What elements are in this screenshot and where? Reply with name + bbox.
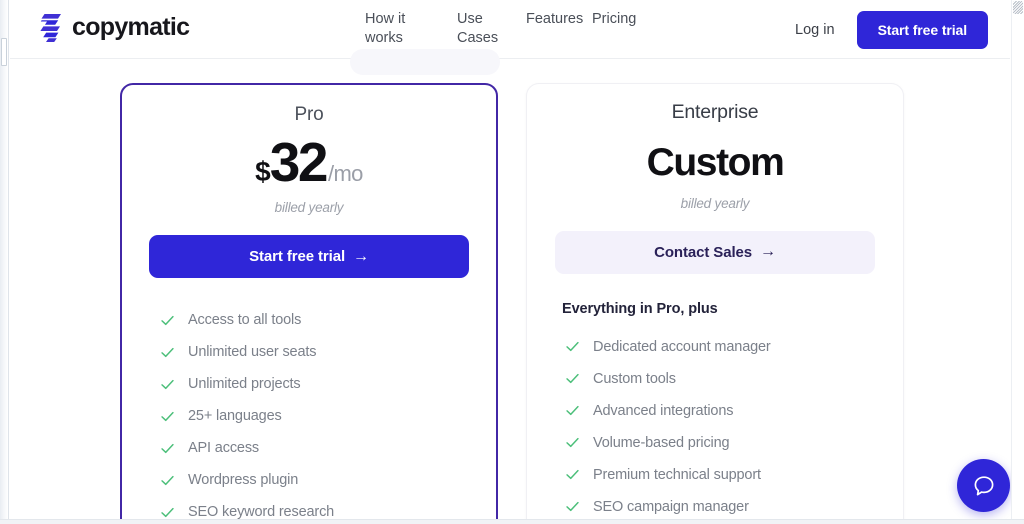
pro-start-free-trial-button[interactable]: Start free trial →: [149, 235, 469, 278]
check-icon: [566, 470, 579, 480]
feature-list-enterprise: Dedicated account manager Custom tools A…: [527, 331, 903, 519]
check-icon: [566, 342, 579, 352]
plan-price-pro: $ 32 /mo: [122, 135, 496, 190]
list-item: Advanced integrations: [565, 395, 903, 427]
brand-logo[interactable]: copymatic: [37, 12, 190, 42]
chat-beacon-button[interactable]: [957, 459, 1010, 512]
pro-cta-label: Start free trial: [249, 248, 346, 265]
check-icon: [161, 347, 174, 357]
main-navigation: How it works Use Cases Features Pricing: [365, 10, 652, 48]
list-item: Dedicated account manager: [565, 331, 903, 363]
list-item: Unlimited user seats: [160, 336, 496, 368]
check-icon: [161, 443, 174, 453]
check-icon: [566, 502, 579, 512]
feature-list-pro: Access to all tools Unlimited user seats…: [122, 304, 496, 519]
feature-label: Access to all tools: [188, 312, 302, 328]
check-icon: [161, 475, 174, 485]
list-item: Volume-based pricing: [565, 427, 903, 459]
chat-bubble-icon: [974, 475, 993, 495]
list-item: Wordpress plugin: [160, 464, 496, 496]
scrollbar-thumb[interactable]: [1013, 1, 1023, 14]
feature-label: SEO keyword research: [188, 504, 335, 519]
feature-label: Advanced integrations: [593, 402, 734, 419]
page-canvas: copymatic How it works Use Cases Feature…: [10, 0, 1010, 519]
feature-label: 25+ languages: [188, 408, 282, 424]
contact-sales-inner: Contact Sales →: [654, 244, 776, 261]
list-item: 25+ languages: [160, 400, 496, 432]
plan-name-enterprise: Enterprise: [671, 101, 759, 123]
check-icon: [161, 315, 174, 325]
arrow-right-icon: →: [760, 243, 776, 261]
list-item: Premium technical support: [565, 459, 903, 491]
arrow-right-icon: →: [353, 247, 369, 265]
list-item: Access to all tools: [160, 304, 496, 336]
check-icon: [161, 379, 174, 389]
list-item: Unlimited projects: [160, 368, 496, 400]
feature-label: Unlimited user seats: [188, 344, 317, 360]
feature-label: Wordpress plugin: [188, 472, 299, 488]
price-amount: 32: [269, 131, 329, 193]
feature-label: Premium technical support: [593, 466, 761, 483]
pricing-section: Pro $ 32 /mo billed yearly Start free tr…: [10, 49, 1010, 519]
feature-label: Volume-based pricing: [593, 434, 730, 451]
browser-viewport: copymatic How it works Use Cases Feature…: [0, 0, 1024, 524]
list-item: SEO keyword research: [160, 496, 496, 519]
window-bottom-strip: [0, 519, 1024, 524]
feature-label: SEO campaign manager: [593, 498, 749, 515]
popular-badge: [350, 49, 500, 75]
check-icon: [161, 411, 174, 421]
plan-card-enterprise: Enterprise Custom billed yearly Contact …: [526, 83, 904, 519]
pro-cta-inner: Start free trial →: [249, 248, 369, 265]
nav-item-how-it-works[interactable]: How it works: [365, 10, 457, 48]
feature-label: Unlimited projects: [188, 376, 301, 392]
feature-label: Custom tools: [593, 370, 676, 387]
includes-heading: Everything in Pro, plus: [562, 300, 718, 317]
plan-price-enterprise: Custom: [646, 141, 785, 184]
price-period: /mo: [327, 161, 363, 186]
left-scroll-thumb[interactable]: [1, 38, 7, 66]
check-icon: [566, 438, 579, 448]
page-scrollbar[interactable]: [1011, 0, 1024, 524]
feature-label: Dedicated account manager: [593, 338, 771, 355]
feature-label: API access: [188, 440, 260, 456]
contact-sales-label: Contact Sales: [654, 243, 752, 261]
billing-note-pro: billed yearly: [274, 200, 344, 215]
copymatic-logo-icon: [37, 14, 61, 42]
list-item: Custom tools: [565, 363, 903, 395]
plan-name-pro: Pro: [294, 104, 324, 125]
check-icon: [566, 374, 579, 384]
check-icon: [566, 406, 579, 416]
left-scroll-gutter[interactable]: [0, 0, 9, 524]
login-link[interactable]: Log in: [795, 22, 835, 38]
brand-name: copymatic: [72, 12, 190, 41]
nav-item-pricing[interactable]: Pricing: [592, 10, 652, 29]
list-item: API access: [160, 432, 496, 464]
header-start-free-trial-button[interactable]: Start free trial: [856, 11, 988, 49]
list-item: SEO campaign manager: [565, 491, 903, 519]
plan-card-pro: Pro $ 32 /mo billed yearly Start free tr…: [120, 83, 498, 519]
billing-note-enterprise: billed yearly: [680, 195, 750, 211]
nav-item-use-cases[interactable]: Use Cases: [457, 10, 526, 48]
header-actions: Log in Start free trial: [795, 11, 988, 49]
price-currency: $: [255, 156, 271, 187]
nav-item-features[interactable]: Features: [526, 10, 592, 29]
check-icon: [161, 507, 174, 517]
contact-sales-button[interactable]: Contact Sales →: [555, 230, 875, 274]
site-header: copymatic How it works Use Cases Feature…: [10, 0, 1010, 59]
